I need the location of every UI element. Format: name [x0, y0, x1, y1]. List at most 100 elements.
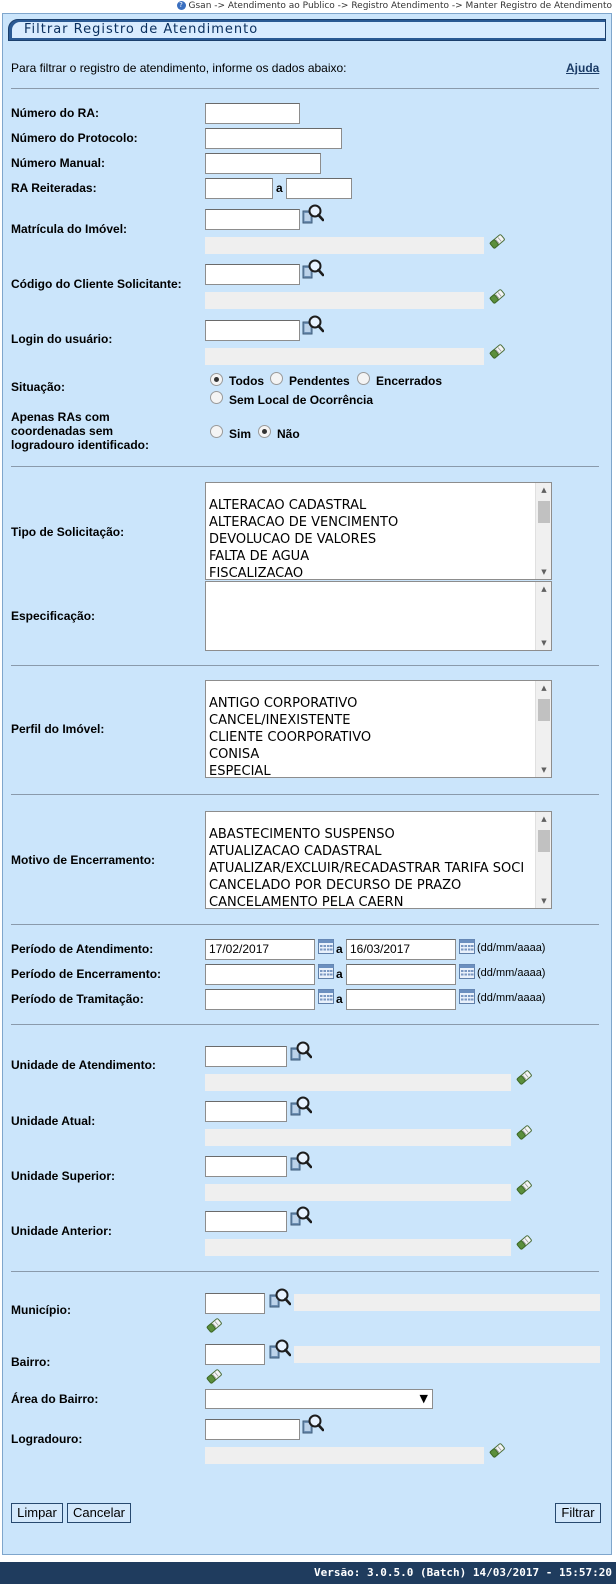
scroll-thumb[interactable] — [538, 501, 550, 523]
search-logradouro-icon[interactable] — [302, 1413, 324, 1435]
list-item[interactable]: ATUALIZAR/EXCLUIR/RECADASTRAR TARIFA SOC… — [209, 860, 524, 877]
search-bairro-icon[interactable] — [269, 1338, 291, 1360]
calendar-icon[interactable] — [318, 939, 334, 954]
numero-ra-input[interactable] — [205, 103, 300, 124]
search-usuario-icon[interactable] — [302, 314, 324, 336]
list-item[interactable]: CONISA — [209, 746, 371, 763]
logradouro-input[interactable] — [205, 1419, 300, 1440]
ra-reiteradas-to-input[interactable] — [286, 178, 352, 199]
municipio-input[interactable] — [205, 1293, 265, 1314]
list-item[interactable]: ANTIGO CORPORATIVO — [209, 695, 371, 712]
eraser-icon[interactable] — [205, 1316, 223, 1334]
search-unidade-icon[interactable] — [290, 1205, 312, 1227]
eraser-icon[interactable] — [515, 1123, 533, 1141]
divider — [11, 794, 599, 795]
list-item[interactable]: ATUALIZACAO CADASTRAL — [209, 843, 524, 860]
calendar-icon[interactable] — [318, 989, 334, 1004]
limpar-button[interactable]: Limpar — [11, 1503, 63, 1523]
divider — [11, 1271, 599, 1272]
login-usuario-label: Login do usuário: — [11, 332, 113, 346]
list-item[interactable]: ALTERACAO CADASTRAL — [209, 497, 398, 514]
numero-manual-input[interactable] — [205, 153, 321, 174]
area-bairro-select[interactable]: ▼ — [205, 1389, 433, 1409]
list-item[interactable]: ESPECIAL — [209, 763, 371, 777]
unidade-atual-input[interactable] — [205, 1101, 287, 1122]
scrollbar[interactable]: ▲ ▼ — [535, 483, 551, 579]
motivo-encerramento-list[interactable]: ABASTECIMENTO SUSPENSO ATUALIZACAO CADAS… — [205, 811, 552, 909]
eraser-icon[interactable] — [488, 1441, 506, 1459]
scroll-down-arrow-icon[interactable]: ▼ — [536, 763, 551, 777]
search-unidade-icon[interactable] — [290, 1095, 312, 1117]
eraser-icon[interactable] — [488, 342, 506, 360]
calendar-icon[interactable] — [459, 964, 475, 979]
list-item[interactable]: ABASTECIMENTO SUSPENSO — [209, 826, 524, 843]
list-item[interactable]: CANCELAMENTO PELA CAERN — [209, 894, 524, 908]
scrollbar[interactable]: ▲ ▼ — [535, 681, 551, 777]
scroll-down-arrow-icon[interactable]: ▼ — [536, 565, 551, 579]
help-link[interactable]: Ajuda — [566, 61, 599, 75]
filtrar-button[interactable]: Filtrar — [555, 1503, 601, 1523]
scroll-thumb[interactable] — [538, 699, 550, 721]
codigo-cliente-input[interactable] — [205, 264, 300, 285]
periodo-tramitacao-fim-input[interactable] — [346, 989, 456, 1010]
list-item[interactable]: FALTA DE AGUA — [209, 548, 398, 565]
search-municipio-icon[interactable] — [269, 1287, 291, 1309]
list-item[interactable]: CLIENTE COORPORATIVO — [209, 729, 371, 746]
eraser-icon[interactable] — [205, 1367, 223, 1385]
situacao-encerrados-radio[interactable] — [357, 372, 370, 385]
unidade-anterior-input[interactable] — [205, 1211, 287, 1232]
unidade-superior-input[interactable] — [205, 1156, 287, 1177]
eraser-icon[interactable] — [488, 232, 506, 250]
situacao-todos-radio[interactable] — [210, 373, 223, 386]
search-unidade-icon[interactable] — [290, 1040, 312, 1062]
list-item[interactable]: CANCEL/INEXISTENTE — [209, 712, 371, 729]
list-item[interactable]: FISCALIZACAO — [209, 565, 398, 579]
search-unidade-icon[interactable] — [290, 1150, 312, 1172]
scroll-up-arrow-icon[interactable]: ▲ — [536, 582, 551, 596]
periodo-encerramento-inicio-input[interactable] — [205, 964, 315, 985]
calendar-icon[interactable] — [459, 989, 475, 1004]
search-matricula-icon[interactable] — [302, 203, 324, 225]
divider — [11, 1024, 599, 1025]
eraser-icon[interactable] — [515, 1068, 533, 1086]
cancelar-button[interactable]: Cancelar — [67, 1503, 131, 1523]
tipo-solicitacao-list[interactable]: ALTERACAO CADASTRAL ALTERACAO DE VENCIME… — [205, 482, 552, 580]
calendar-icon[interactable] — [318, 964, 334, 979]
eraser-icon[interactable] — [488, 287, 506, 305]
scrollbar[interactable]: ▲ ▼ — [535, 812, 551, 908]
list-item[interactable]: CANCELADO POR DECURSO DE PRAZO — [209, 877, 524, 894]
scroll-up-arrow-icon[interactable]: ▲ — [536, 483, 551, 497]
bairro-input[interactable] — [205, 1344, 265, 1365]
situacao-sem-local-radio[interactable] — [210, 391, 223, 404]
eraser-icon[interactable] — [515, 1178, 533, 1196]
periodo-encerramento-fim-input[interactable] — [346, 964, 456, 985]
scroll-down-arrow-icon[interactable]: ▼ — [536, 894, 551, 908]
coord-nao-radio[interactable] — [258, 425, 271, 438]
scrollbar[interactable]: ▲ ▼ — [535, 582, 551, 650]
situacao-pendentes-radio[interactable] — [270, 372, 283, 385]
scroll-thumb[interactable] — [538, 830, 550, 852]
numero-protocolo-input[interactable] — [205, 128, 342, 149]
periodo-atendimento-inicio-input[interactable]: 17/02/2017 — [205, 939, 315, 960]
calendar-icon[interactable] — [459, 939, 475, 954]
dropdown-arrow-icon[interactable]: ▼ — [420, 1392, 428, 1405]
situacao-encerrados-label: Encerrados — [376, 374, 443, 388]
especificacao-list[interactable]: ▲ ▼ — [205, 581, 552, 651]
coord-sim-radio[interactable] — [210, 425, 223, 438]
logradouro-description — [205, 1447, 484, 1464]
search-cliente-icon[interactable] — [302, 258, 324, 280]
ra-reiteradas-from-input[interactable] — [205, 178, 273, 199]
perfil-imovel-list[interactable]: ANTIGO CORPORATIVO CANCEL/INEXISTENTE CL… — [205, 680, 552, 778]
eraser-icon[interactable] — [515, 1233, 533, 1251]
scroll-up-arrow-icon[interactable]: ▲ — [536, 812, 551, 826]
periodo-atendimento-fim-input[interactable]: 16/03/2017 — [346, 939, 456, 960]
scroll-up-arrow-icon[interactable]: ▲ — [536, 681, 551, 695]
unidade-atendimento-input[interactable] — [205, 1046, 287, 1067]
scroll-down-arrow-icon[interactable]: ▼ — [536, 636, 551, 650]
apenas-ras-label-line3: logradouro identificado: — [11, 438, 149, 452]
list-item[interactable]: ALTERACAO DE VENCIMENTO — [209, 514, 398, 531]
periodo-tramitacao-inicio-input[interactable] — [205, 989, 315, 1010]
login-usuario-input[interactable] — [205, 320, 300, 341]
list-item[interactable]: DEVOLUCAO DE VALORES — [209, 531, 398, 548]
matricula-imovel-input[interactable] — [205, 209, 300, 230]
